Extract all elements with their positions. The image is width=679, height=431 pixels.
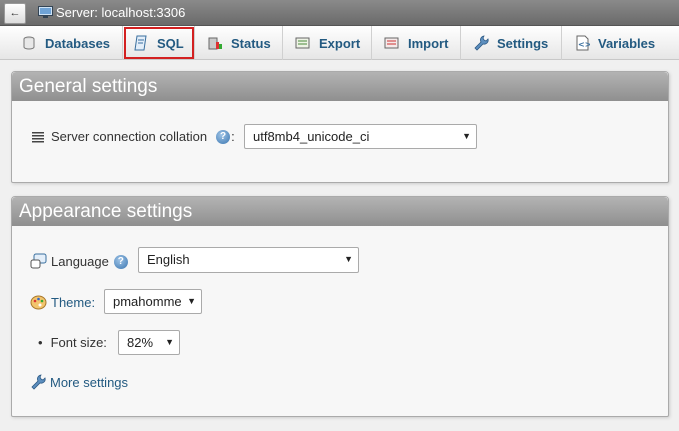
tab-variables[interactable]: <> Variables: [562, 26, 668, 60]
export-icon: [295, 37, 310, 49]
help-icon[interactable]: ?: [216, 129, 231, 144]
appearance-settings-panel: Appearance settings Language ? English ▼…: [11, 196, 669, 417]
general-settings-panel: General settings Server connection colla…: [11, 71, 669, 183]
bullet: •: [38, 335, 43, 350]
appearance-settings-title: Appearance settings: [12, 197, 668, 226]
collation-suffix: :: [231, 129, 235, 144]
tab-label: Settings: [497, 35, 549, 51]
database-icon: [23, 36, 35, 50]
chevron-down-icon: ▼: [165, 337, 174, 347]
theme-label[interactable]: Theme:: [51, 295, 95, 310]
font-size-label: Font size:: [50, 335, 107, 350]
tab-databases[interactable]: Databases: [11, 26, 123, 60]
collation-select[interactable]: utf8mb4_unicode_ci ▼: [244, 124, 477, 149]
language-select[interactable]: English ▼: [138, 247, 359, 273]
status-icon: [208, 37, 222, 50]
wrench-icon: [31, 374, 46, 390]
tab-label: Export: [319, 35, 361, 51]
collation-value: utf8mb4_unicode_ci: [253, 129, 370, 144]
import-icon: [384, 37, 399, 49]
sql-icon: [134, 35, 147, 51]
chevron-down-icon: ▼: [187, 296, 196, 306]
tab-label: Status: [231, 35, 271, 51]
tab-status[interactable]: Status: [195, 26, 283, 60]
back-button[interactable]: ←: [4, 3, 26, 24]
server-icon: [38, 6, 53, 18]
chevron-down-icon: ▼: [462, 131, 471, 141]
tab-label: Databases: [45, 35, 111, 51]
tab-import[interactable]: Import: [372, 26, 461, 60]
more-settings-link[interactable]: More settings: [50, 375, 128, 390]
wrench-icon: [474, 35, 489, 51]
more-settings-row[interactable]: More settings: [30, 374, 128, 390]
font-size-value: 82%: [127, 335, 154, 350]
server-title[interactable]: Server: localhost:3306: [56, 5, 185, 20]
tab-export[interactable]: Export: [283, 26, 372, 60]
collation-icon: [32, 131, 44, 142]
font-size-row: • Font size:: [38, 335, 107, 350]
theme-select[interactable]: pmahomme ▼: [104, 289, 202, 314]
language-row: Language ?: [30, 253, 128, 270]
help-icon[interactable]: ?: [113, 254, 128, 269]
theme-row: Theme:: [30, 294, 95, 311]
variables-icon: <>: [576, 35, 590, 51]
language-icon: [30, 253, 47, 269]
palette-icon: [30, 295, 47, 310]
collation-row: Server connection collation ? :: [32, 129, 235, 144]
main-tabs: Databases SQL Status Export Import Setti…: [0, 26, 679, 60]
collation-label: Server connection collation: [51, 129, 208, 144]
chevron-down-icon: ▼: [344, 254, 353, 264]
language-label: Language: [51, 254, 109, 269]
tab-sql[interactable]: SQL: [123, 26, 195, 60]
breadcrumb-bar: ← Server: localhost:3306: [0, 0, 679, 26]
tab-label: Import: [408, 35, 449, 51]
theme-value: pmahomme: [113, 294, 182, 309]
general-settings-title: General settings: [12, 72, 668, 101]
language-value: English: [147, 252, 190, 267]
tab-settings[interactable]: Settings: [461, 26, 562, 60]
tab-label: Variables: [598, 35, 656, 51]
font-size-select[interactable]: 82% ▼: [118, 330, 180, 355]
tab-label: SQL: [157, 35, 184, 51]
svg-text:<>: <>: [578, 40, 590, 49]
